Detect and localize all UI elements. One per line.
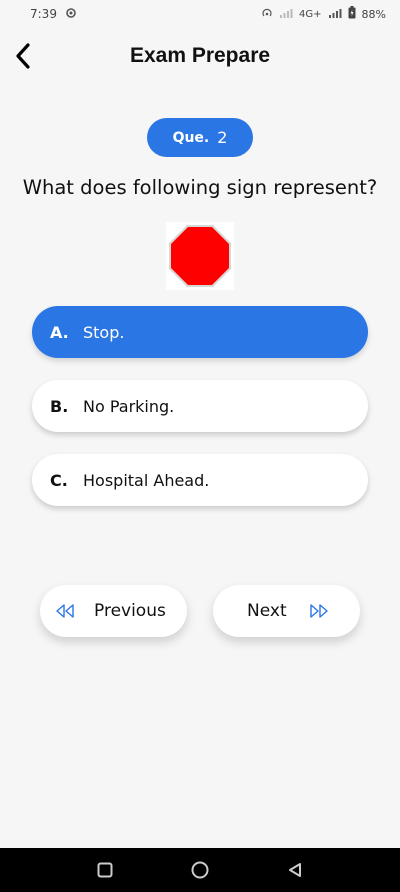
settings-gear-icon (65, 7, 77, 22)
battery-icon (348, 6, 356, 22)
sign-image (166, 222, 234, 290)
option-text: Hospital Ahead. (83, 470, 210, 490)
question-text: What does following sign represent? (22, 176, 378, 199)
home-button[interactable] (189, 859, 211, 881)
stop-sign-icon (169, 225, 231, 287)
system-navigation-bar (0, 848, 400, 892)
network-type: 4G+ (299, 8, 322, 20)
option-letter: C. (50, 470, 68, 490)
battery-level: 88% (361, 7, 386, 21)
option-text: No Parking. (83, 396, 175, 416)
status-bar: 7:39 4G+ 88% (0, 0, 400, 28)
status-right: 4G+ 88% (261, 6, 386, 22)
back-button[interactable] (8, 40, 38, 72)
fast-forward-icon (309, 604, 328, 618)
back-triangle-icon (288, 863, 301, 877)
question-number-label: Que. (172, 129, 210, 146)
next-button[interactable]: Next (213, 585, 360, 637)
question-number-value: 2 (217, 128, 228, 147)
recents-square-icon (97, 862, 113, 878)
option-a[interactable]: A. Stop. (32, 306, 368, 358)
recents-button[interactable] (94, 859, 116, 881)
page-title: Exam Prepare (129, 44, 271, 67)
status-time: 7:39 (30, 7, 57, 21)
previous-label: Previous (94, 601, 166, 621)
system-back-button[interactable] (284, 859, 306, 881)
signal-weak-icon (279, 8, 293, 21)
app-bar: Exam Prepare (0, 30, 400, 82)
option-b[interactable]: B. No Parking. (32, 380, 368, 432)
question-number-badge: Que. 2 (147, 118, 253, 157)
back-arrow-icon (16, 43, 30, 69)
next-label: Next (247, 601, 287, 621)
rewind-icon (56, 604, 74, 618)
option-c[interactable]: C. Hospital Ahead. (32, 454, 368, 506)
option-letter: B. (50, 396, 69, 416)
option-text: Stop. (83, 322, 125, 342)
status-left: 7:39 (30, 7, 77, 22)
home-circle-icon (191, 861, 209, 879)
previous-button[interactable]: Previous (40, 585, 187, 637)
signal-strong-icon (328, 8, 342, 21)
option-letter: A. (50, 322, 69, 342)
hotspot-icon (261, 7, 273, 22)
